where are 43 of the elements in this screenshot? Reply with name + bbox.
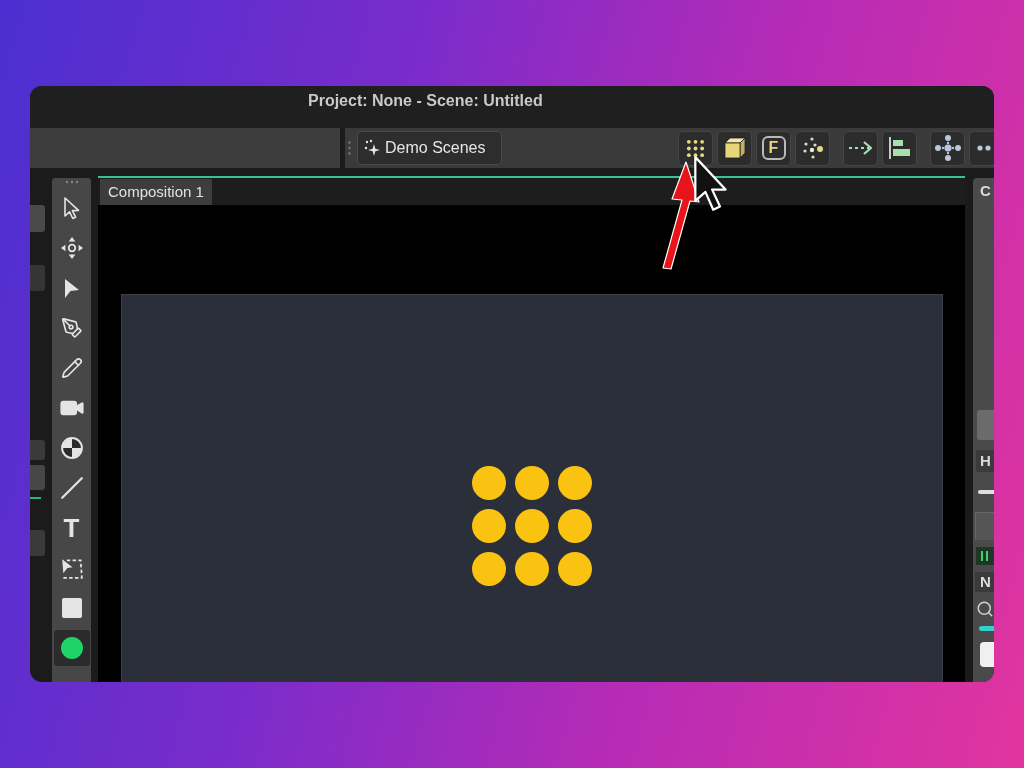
arrow-icon xyxy=(63,277,80,299)
toolbar-button[interactable] xyxy=(717,130,752,166)
particles-icon xyxy=(801,137,824,159)
toolbar-button[interactable]: F xyxy=(756,130,791,166)
move-icon xyxy=(60,237,83,259)
pen-icon xyxy=(60,317,83,339)
pointer-icon xyxy=(63,196,80,220)
toolbar-button[interactable] xyxy=(843,130,878,166)
panel-field xyxy=(30,265,45,291)
pencil-icon xyxy=(60,357,83,379)
line-icon xyxy=(60,477,83,499)
search-icon[interactable] xyxy=(976,600,994,618)
square-icon xyxy=(61,598,82,618)
panel-field xyxy=(977,410,994,440)
section-label: N xyxy=(975,572,994,592)
align-left-icon xyxy=(887,136,912,160)
field-label: H xyxy=(976,450,994,472)
dots-icon xyxy=(976,145,994,151)
input-field[interactable] xyxy=(980,642,994,667)
panel-field xyxy=(30,530,45,556)
slider-track[interactable] xyxy=(978,490,994,494)
toolbar-button[interactable] xyxy=(882,130,917,166)
grip-icon[interactable] xyxy=(64,180,79,184)
dot-grid-icon xyxy=(686,138,705,158)
window-title: Project: None - Scene: Untitled xyxy=(308,91,543,111)
accent-bar xyxy=(979,626,994,631)
panel-heading: C xyxy=(979,182,992,200)
toolbar-button[interactable] xyxy=(930,130,965,166)
panel-field xyxy=(30,205,45,232)
tab[interactable]: Composition 1 xyxy=(100,179,212,205)
cube-icon xyxy=(722,136,747,160)
panel-field xyxy=(30,440,45,460)
toolbar-button[interactable] xyxy=(795,130,830,166)
demo-scenes-button[interactable]: Demo Scenes xyxy=(357,131,502,165)
pivot-icon xyxy=(60,437,83,459)
transform-icon xyxy=(60,557,83,579)
toolbar-button[interactable] xyxy=(969,130,994,166)
dot-cross-icon xyxy=(934,135,961,161)
panel-field xyxy=(30,465,45,490)
tool-button[interactable] xyxy=(53,630,90,666)
bars-icon xyxy=(976,547,994,565)
drag-handle-icon[interactable] xyxy=(348,141,351,155)
dashed-arrow-icon xyxy=(847,140,874,156)
